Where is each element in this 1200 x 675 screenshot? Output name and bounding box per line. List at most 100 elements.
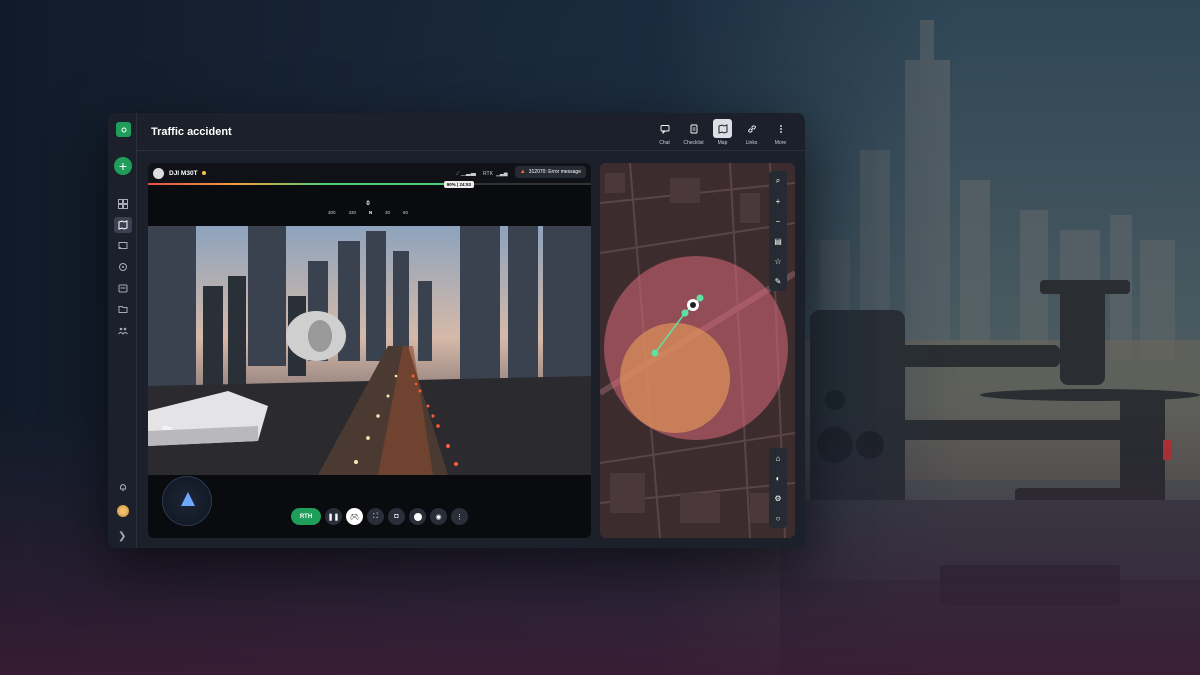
toolbar-links[interactable]: Links [741, 119, 762, 146]
map-layers-button[interactable]: ▤ [769, 231, 787, 251]
live-video-feed[interactable]: 40m [148, 226, 591, 475]
map-locate-button[interactable]: ○ [769, 508, 787, 528]
compass: 0 300 330 N 30 60 [328, 201, 408, 215]
compass-tick: 30 [385, 210, 391, 215]
video-status-bar: DJI M30T ⟋ ▁▃▅ RTK ▁▃▅ ▲ 312070: Error m… [148, 163, 591, 185]
sidebar-item-garage[interactable] [114, 280, 132, 296]
gamepad-icon: 🎮︎ [350, 513, 359, 521]
team-icon [118, 327, 128, 335]
toolbar: Chat Checklist Map Links More [654, 119, 791, 146]
error-chip[interactable]: ▲ 312070: Error message [514, 166, 586, 178]
compass-tick: 300 [328, 210, 336, 215]
toolbar-more[interactable]: More [770, 119, 791, 146]
toolbar-chat[interactable]: Chat [654, 119, 675, 146]
gear-icon: ⚙ [774, 493, 782, 503]
locate-icon: ○ [775, 513, 781, 523]
home-icon: ⌂ [775, 453, 781, 463]
more-controls-button[interactable]: ⋮ [451, 508, 468, 525]
zoom-out-button[interactable]: − [769, 211, 787, 231]
chat-icon [660, 124, 669, 134]
checklist-icon [690, 124, 697, 133]
folder-icon [118, 306, 128, 313]
record-icon [413, 512, 422, 521]
sidebar-item-cast[interactable] [114, 238, 132, 254]
pause-button[interactable]: ❚❚ [325, 508, 342, 525]
map-search-button[interactable]: ⌕ [769, 171, 787, 191]
toolbar-checklist-label: Checklist [683, 140, 704, 146]
avatar[interactable] [117, 505, 129, 517]
app-logo[interactable] [116, 122, 131, 137]
more-icon: ⋮ [456, 513, 463, 521]
rth-button[interactable]: RTH [291, 508, 321, 525]
map-controls-top: ⌕ + − ▤ ☆ ✎ [769, 171, 787, 291]
garage-icon [118, 284, 128, 293]
toolbar-chat-label: Chat [659, 140, 670, 146]
bell-icon [120, 484, 126, 492]
globe-icon: ◐ [775, 473, 781, 483]
link-icon [747, 124, 756, 133]
add-button[interactable]: + [114, 157, 132, 175]
camera-icon: ◘ [394, 513, 399, 520]
compass-tick: 60 [402, 210, 408, 215]
pause-icon: ❚❚ [327, 513, 340, 521]
virtual-joystick[interactable] [162, 476, 212, 526]
rtk-label: RTK [483, 171, 493, 177]
heading-arrow-icon [181, 492, 195, 506]
sidebar-item-folder[interactable] [114, 301, 132, 317]
header: Traffic accident Chat Checklist Map Link… [137, 113, 805, 151]
record-button[interactable] [409, 508, 426, 525]
minus-icon: − [775, 216, 781, 226]
map-style-button[interactable]: ◐ [769, 468, 787, 488]
sidebar-item-target[interactable] [114, 259, 132, 275]
battery-bar-fill [148, 183, 450, 185]
drone-icon [153, 168, 164, 179]
eye-off-icon: ◉ [435, 513, 442, 521]
map-draw-button[interactable]: ✎ [769, 271, 787, 291]
more-icon [779, 124, 782, 133]
focus-button[interactable]: ⛶ [367, 508, 384, 525]
star-icon: ☆ [774, 256, 782, 266]
toolbar-map[interactable]: Map [712, 119, 733, 146]
gamepad-button[interactable]: 🎮︎ [346, 508, 363, 525]
plus-icon: + [775, 196, 781, 206]
drone-status-dot [202, 171, 206, 175]
cast-icon [118, 242, 128, 249]
map-icon [118, 220, 128, 230]
flight-controls: RTH ❚❚ 🎮︎ ⛶ ◘ ◉ ⋮ [291, 508, 468, 525]
video-panel: DJI M30T ⟋ ▁▃▅ RTK ▁▃▅ ▲ 312070: Error m… [148, 163, 591, 538]
map-panel[interactable]: ⌕ + − ▤ ☆ ✎ ⌂ ◐ ⚙ ○ [600, 163, 795, 538]
map-favorite-button[interactable]: ☆ [769, 251, 787, 271]
toolbar-links-label: Links [745, 140, 758, 146]
layers-icon: ▤ [774, 236, 782, 246]
battery-readout: 90% | 24:53 [443, 181, 474, 188]
sidebar-item-dashboard[interactable] [114, 196, 132, 212]
dashboard-icon [118, 199, 128, 209]
pencil-icon: ✎ [774, 276, 782, 286]
compass-tick: N [368, 210, 373, 215]
drone-name: DJI M30T [169, 170, 198, 177]
zoom-in-button[interactable]: + [769, 191, 787, 211]
app-window: + ❯ Traffic accident Chat Checklist Map … [108, 113, 805, 548]
toolbar-more-label: More [774, 140, 787, 146]
signal-icon: ⟋ ▁▃▅ [456, 171, 476, 177]
camera-button[interactable]: ◘ [388, 508, 405, 525]
map-settings-button[interactable]: ⚙ [769, 488, 787, 508]
rtk-signal-icon: ▁▃▅ [496, 171, 508, 177]
error-message: 312070: Error message [528, 169, 581, 175]
altitude-readout: 40m [162, 426, 173, 432]
map-controls-bottom: ⌂ ◐ ⚙ ○ [769, 448, 787, 528]
compass-heading: 0 [366, 201, 370, 207]
visibility-button[interactable]: ◉ [430, 508, 447, 525]
sidebar-item-team[interactable] [114, 322, 132, 338]
sidebar-item-map[interactable] [114, 217, 132, 233]
chevron-right-icon[interactable]: ❯ [118, 531, 126, 542]
warning-icon: ▲ [519, 169, 526, 175]
battery-bar [148, 183, 591, 185]
sidebar: + ❯ [108, 113, 137, 548]
toolbar-map-label: Map [717, 140, 728, 146]
map-icon [718, 123, 727, 134]
compass-tick: 330 [348, 210, 356, 215]
toolbar-checklist[interactable]: Checklist [683, 119, 704, 146]
map-home-button[interactable]: ⌂ [769, 448, 787, 468]
notifications-button[interactable] [114, 479, 132, 495]
